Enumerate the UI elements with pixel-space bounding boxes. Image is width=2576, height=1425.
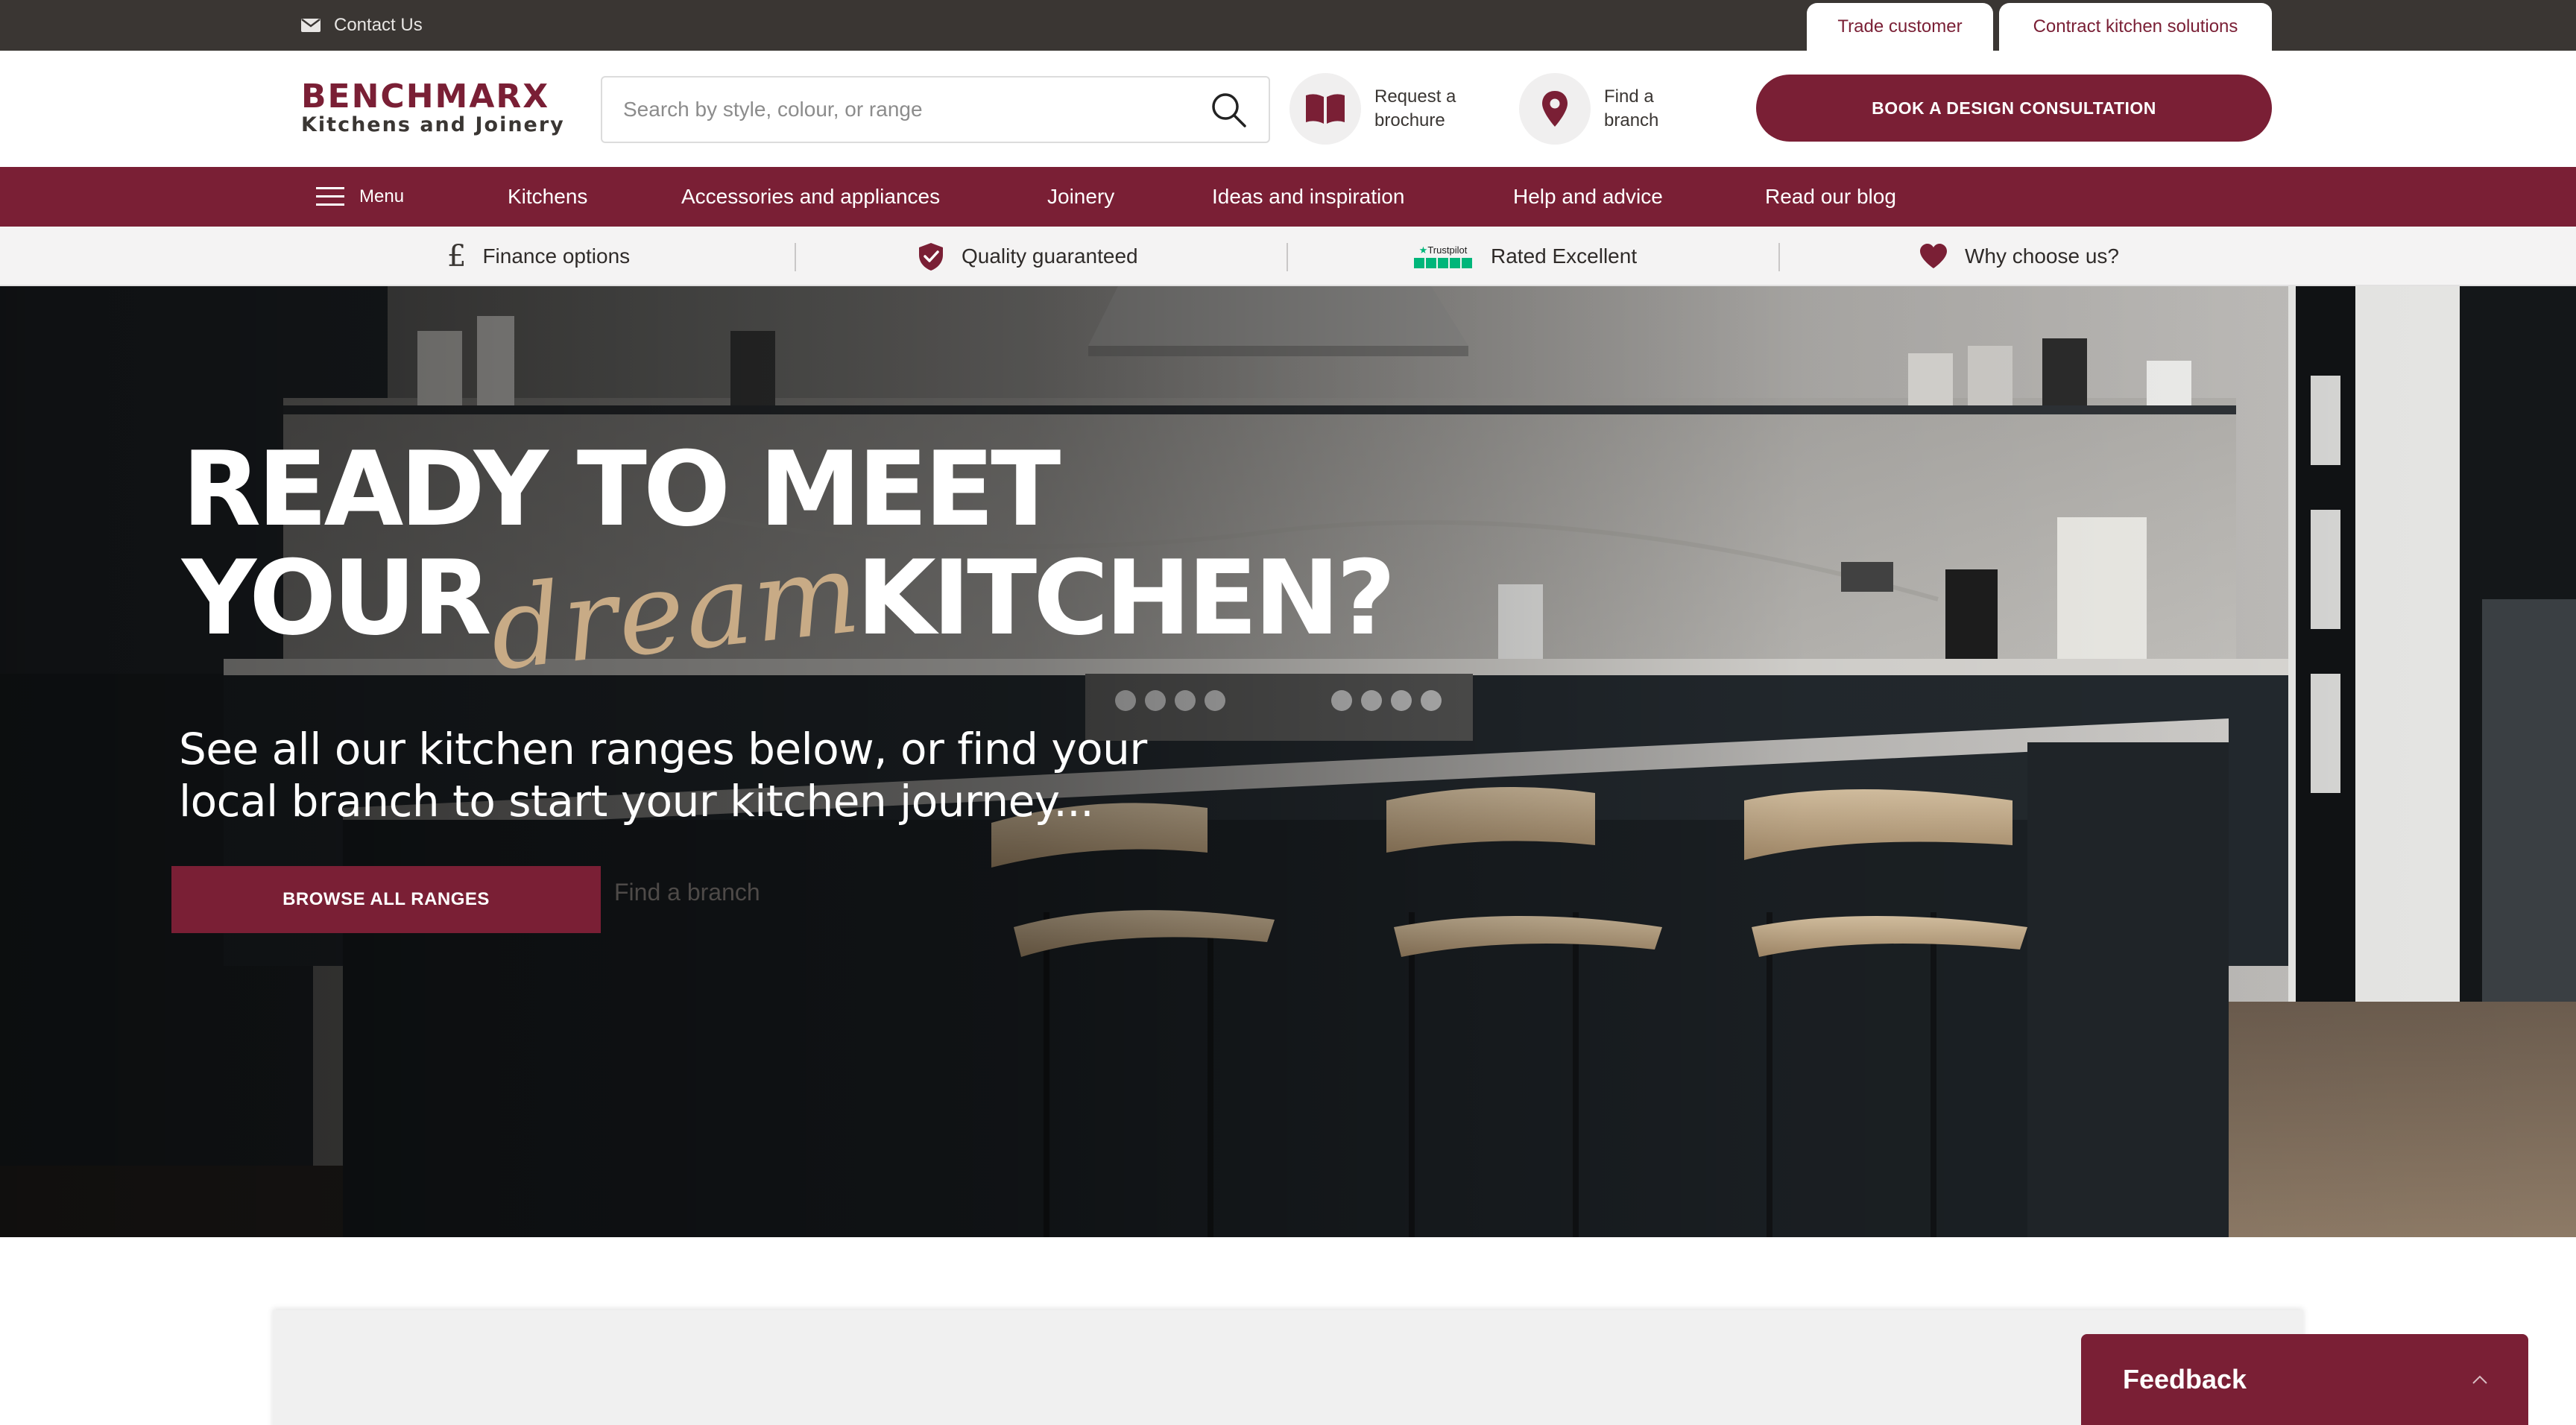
trade-customer-tab[interactable]: Trade customer [1807, 3, 1993, 51]
content-card [273, 1310, 2303, 1425]
usp-quality[interactable]: Quality guaranteed [917, 227, 1138, 286]
usp-finance-label: Finance options [482, 244, 631, 268]
site-header: BENCHMARX Kitchens and Joinery Request a… [0, 51, 2576, 167]
usp-trustpilot[interactable]: ★Trustpilot Rated Excellent [1412, 227, 1637, 286]
benchmarx-logo[interactable]: BENCHMARX Kitchens and Joinery [301, 80, 584, 137]
feedback-tab[interactable]: Feedback [2081, 1334, 2528, 1425]
usp-divider [1287, 243, 1288, 271]
contract-kitchen-tab[interactable]: Contract kitchen solutions [1999, 3, 2272, 51]
hamburger-icon [316, 187, 344, 206]
contact-us-label: Contact Us [334, 15, 423, 35]
trustpilot-logo: ★Trustpilot [1412, 242, 1474, 271]
logo-tagline: Kitchens and Joinery [301, 113, 565, 136]
book-consultation-button[interactable]: BOOK A DESIGN CONSULTATION [1756, 75, 2272, 142]
brochure-label: Request a brochure [1374, 86, 1456, 130]
hero-banner: READY TO MEET YOURdreamKITCHEN? See all … [0, 286, 2576, 1237]
usp-finance[interactable]: £ Finance options [447, 227, 630, 286]
hero-heading: READY TO MEET YOURdreamKITCHEN? [182, 429, 1396, 696]
shield-check-icon [919, 243, 943, 271]
pound-icon: £ [447, 239, 467, 274]
nav-item-joinery[interactable]: Joinery [1047, 167, 1114, 227]
hero-heading-script-word: dream [483, 528, 867, 696]
heart-icon [1920, 244, 1947, 268]
trustpilot-wordmark: ★Trustpilot [1418, 244, 1468, 256]
nav-item-ideas[interactable]: Ideas and inspiration [1212, 167, 1404, 227]
hero-heading-line-1: READY TO MEET [182, 429, 1061, 549]
browse-all-ranges-button[interactable]: BROWSE ALL RANGES [171, 866, 601, 933]
branch-label: Find a branch [1604, 86, 1659, 130]
logo-wordmark: BENCHMARX [301, 78, 550, 116]
contact-us-link[interactable]: Contact Us [301, 0, 423, 51]
main-nav: Menu Kitchens Accessories and appliances… [0, 167, 2576, 227]
request-brochure-link[interactable]: Request a brochure [1289, 73, 1471, 145]
nav-item-blog[interactable]: Read our blog [1765, 167, 1896, 227]
usp-divider [1778, 243, 1780, 271]
menu-button[interactable]: Menu [316, 167, 404, 227]
hero-heading-your: YOUR [182, 538, 492, 658]
chevron-up-icon [2472, 1375, 2487, 1384]
search-input[interactable] [623, 98, 1209, 121]
map-pin-icon [1542, 91, 1568, 127]
book-icon [1306, 94, 1345, 124]
brochure-icon-circle [1289, 73, 1361, 145]
find-branch-link[interactable]: Find a branch [1519, 73, 1701, 145]
usp-bar: £ Finance options Quality guaranteed ★Tr… [0, 227, 2576, 286]
hero-subtitle: See all our kitchen ranges below, or fin… [179, 724, 1147, 827]
nav-item-accessories[interactable]: Accessories and appliances [681, 167, 940, 227]
menu-label: Menu [359, 186, 405, 206]
nav-item-help[interactable]: Help and advice [1513, 167, 1663, 227]
search-box [601, 76, 1270, 143]
hero-heading-kitchen: KITCHEN? [856, 538, 1396, 658]
branch-icon-circle [1519, 73, 1591, 145]
usp-rated-label: Rated Excellent [1491, 244, 1638, 268]
usp-quality-label: Quality guaranteed [962, 244, 1138, 268]
usp-divider [795, 243, 796, 271]
envelope-icon [301, 19, 321, 32]
usp-why-choose[interactable]: Why choose us? [1919, 227, 2119, 286]
usp-why-label: Why choose us? [1965, 244, 2119, 268]
nav-item-kitchens[interactable]: Kitchens [508, 167, 587, 227]
page: Contact Us Trade customer Contract kitch… [0, 0, 2576, 1425]
hero-find-branch-button[interactable]: Find a branch [614, 866, 760, 918]
feedback-label: Feedback [2123, 1364, 2247, 1394]
trustpilot-stars [1414, 257, 1472, 268]
top-utility-bar: Contact Us Trade customer Contract kitch… [0, 0, 2576, 51]
search-icon[interactable] [1209, 90, 1248, 129]
hero-heading-line-2: YOURdreamKITCHEN? [182, 528, 1396, 695]
